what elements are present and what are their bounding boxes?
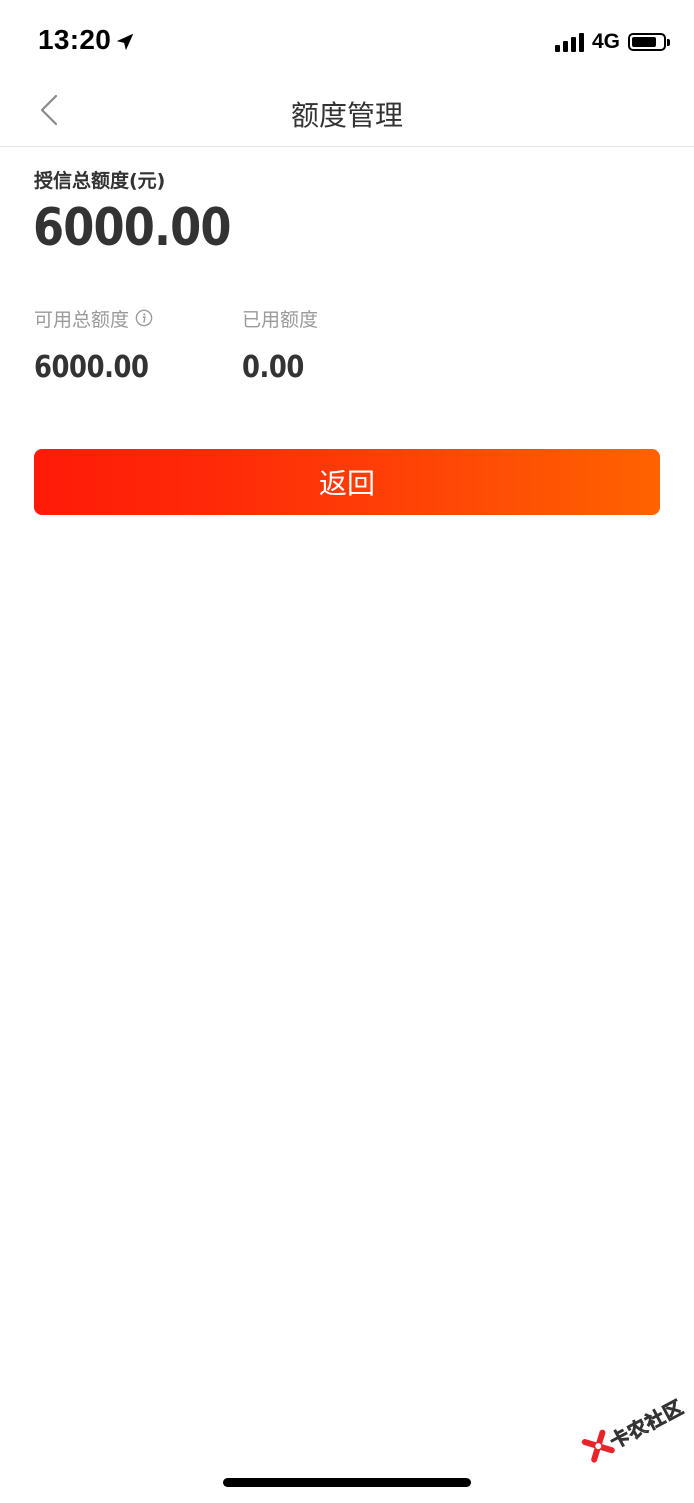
- location-arrow-icon: [116, 33, 134, 51]
- used-credit-value: 0.00: [242, 350, 304, 385]
- return-button[interactable]: 返回: [34, 449, 660, 515]
- battery-icon: [628, 33, 670, 51]
- watermark-text: 卡农社区: [606, 1396, 688, 1454]
- available-credit-block: 可用总额度 6000.00: [34, 306, 167, 385]
- used-credit-label-row: 已用额度: [242, 306, 319, 331]
- total-credit-value: 6000.00: [33, 198, 232, 258]
- available-credit-value: 6000.00: [34, 350, 149, 385]
- page-title: 额度管理: [290, 99, 403, 132]
- navigation-bar: 额度管理: [0, 80, 694, 147]
- total-credit-label: 授信总额度(元): [34, 170, 166, 192]
- status-indicators: 4G: [554, 28, 670, 56]
- used-credit-label: 已用额度: [242, 308, 319, 331]
- home-indicator[interactable]: [223, 1478, 471, 1487]
- available-credit-label: 可用总额度: [34, 308, 130, 331]
- used-credit-block: 已用额度 0.00: [242, 306, 319, 386]
- status-bar: 13:20 4G: [0, 0, 694, 80]
- watermark: 卡农社区: [574, 1381, 694, 1502]
- available-credit-label-row: 可用总额度: [34, 306, 167, 331]
- info-icon[interactable]: [135, 309, 153, 327]
- cellular-signal-icon: [554, 32, 584, 52]
- status-time: 13:20: [38, 24, 112, 55]
- return-button-label: 返回: [318, 467, 375, 500]
- network-type: 4G: [591, 30, 620, 53]
